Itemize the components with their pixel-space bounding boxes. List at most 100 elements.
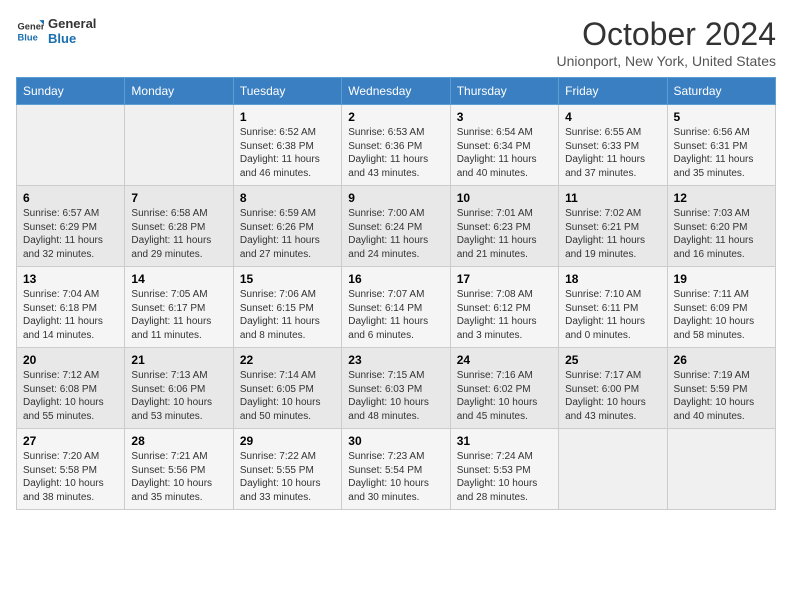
day-info: Sunrise: 7:04 AMSunset: 6:18 PMDaylight:…: [23, 288, 118, 342]
day-number: 20: [23, 353, 118, 367]
calendar-cell: 26Sunrise: 7:19 AMSunset: 5:59 PMDayligh…: [667, 348, 775, 429]
calendar-cell: 31 Sunrise: 7:24 AMSunset: 5:53 PMDayligh…: [450, 429, 558, 510]
day-number: 31: [457, 434, 552, 448]
logo: General Blue General Blue: [16, 16, 96, 46]
day-info: Sunrise: 7:21 AMSunset: 5:56 PMDaylight:…: [131, 450, 226, 504]
week-row-2: 6Sunrise: 6:57 AMSunset: 6:29 PMDaylight…: [17, 186, 776, 267]
day-info: Sunrise: 7:08 AMSunset: 6:12 PMDaylight:…: [457, 288, 552, 342]
day-info: Sunrise: 7:11 AMSunset: 6:09 PMDaylight:…: [674, 288, 769, 342]
day-number: 14: [131, 272, 226, 286]
day-number: 24: [457, 353, 552, 367]
day-number: 3: [457, 110, 552, 124]
calendar-cell: 24 Sunrise: 7:16 AMSunset: 6:02 PMDayligh…: [450, 348, 558, 429]
day-info: Sunrise: 7:23 AMSunset: 5:54 PMDaylight:…: [348, 450, 443, 504]
day-info: Sunrise: 7:06 AMSunset: 6:15 PMDaylight:…: [240, 288, 335, 342]
day-info: Sunrise: 6:58 AMSunset: 6:28 PMDaylight:…: [131, 207, 226, 261]
day-number: 5: [674, 110, 769, 124]
title-area: October 2024 Unionport, New York, United…: [557, 16, 776, 69]
day-info: Sunrise: 7:00 AMSunset: 6:24 PMDaylight:…: [348, 207, 443, 261]
calendar-cell: 13Sunrise: 7:04 AMSunset: 6:18 PMDayligh…: [17, 267, 125, 348]
day-info: Sunrise: 7:14 AMSunset: 6:05 PMDaylight:…: [240, 369, 335, 423]
day-info: Sunrise: 7:22 AMSunset: 5:55 PMDaylight:…: [240, 450, 335, 504]
day-info: Sunrise: 6:56 AMSunset: 6:31 PMDaylight:…: [674, 126, 769, 180]
logo-blue: Blue: [48, 31, 96, 46]
day-info: Sunrise: 7:19 AMSunset: 5:59 PMDaylight:…: [674, 369, 769, 423]
day-number: 16: [348, 272, 443, 286]
day-number: 7: [131, 191, 226, 205]
weekday-header-row: SundayMondayTuesdayWednesdayThursdayFrid…: [17, 78, 776, 105]
day-info: Sunrise: 7:12 AMSunset: 6:08 PMDaylight:…: [23, 369, 118, 423]
day-info: Sunrise: 7:16 AMSunset: 6:02 PMDaylight:…: [457, 369, 552, 423]
location: Unionport, New York, United States: [557, 53, 776, 69]
calendar-cell: 5 Sunrise: 6:56 AMSunset: 6:31 PMDaylight…: [667, 105, 775, 186]
day-info: Sunrise: 7:07 AMSunset: 6:14 PMDaylight:…: [348, 288, 443, 342]
calendar-cell: 14 Sunrise: 7:05 AMSunset: 6:17 PMDayligh…: [125, 267, 233, 348]
calendar-cell: 1 Sunrise: 6:52 AMSunset: 6:38 PMDaylight…: [233, 105, 341, 186]
day-number: 30: [348, 434, 443, 448]
day-info: Sunrise: 6:52 AMSunset: 6:38 PMDaylight:…: [240, 126, 335, 180]
day-number: 25: [565, 353, 660, 367]
weekday-header-friday: Friday: [559, 78, 667, 105]
day-number: 9: [348, 191, 443, 205]
calendar-cell: 11Sunrise: 7:02 AMSunset: 6:21 PMDayligh…: [559, 186, 667, 267]
calendar-cell: 18Sunrise: 7:10 AMSunset: 6:11 PMDayligh…: [559, 267, 667, 348]
header: General Blue General Blue October 2024 U…: [16, 16, 776, 69]
day-info: Sunrise: 6:54 AMSunset: 6:34 PMDaylight:…: [457, 126, 552, 180]
day-number: 6: [23, 191, 118, 205]
calendar-cell: 19 Sunrise: 7:11 AMSunset: 6:09 PMDayligh…: [667, 267, 775, 348]
day-info: Sunrise: 7:15 AMSunset: 6:03 PMDaylight:…: [348, 369, 443, 423]
calendar-cell: 20 Sunrise: 7:12 AMSunset: 6:08 PMDayligh…: [17, 348, 125, 429]
day-number: 23: [348, 353, 443, 367]
calendar-cell: 30 Sunrise: 7:23 AMSunset: 5:54 PMDayligh…: [342, 429, 450, 510]
day-info: Sunrise: 7:05 AMSunset: 6:17 PMDaylight:…: [131, 288, 226, 342]
month-title: October 2024: [557, 16, 776, 53]
week-row-1: 1 Sunrise: 6:52 AMSunset: 6:38 PMDaylight…: [17, 105, 776, 186]
day-number: 17: [457, 272, 552, 286]
day-info: Sunrise: 7:10 AMSunset: 6:11 PMDaylight:…: [565, 288, 660, 342]
day-info: Sunrise: 6:53 AMSunset: 6:36 PMDaylight:…: [348, 126, 443, 180]
svg-text:General: General: [18, 21, 44, 31]
calendar-cell: 22 Sunrise: 7:14 AMSunset: 6:05 PMDayligh…: [233, 348, 341, 429]
calendar-cell: 16 Sunrise: 7:07 AMSunset: 6:14 PMDayligh…: [342, 267, 450, 348]
day-number: 29: [240, 434, 335, 448]
calendar-cell: 4Sunrise: 6:55 AMSunset: 6:33 PMDaylight…: [559, 105, 667, 186]
day-info: Sunrise: 7:02 AMSunset: 6:21 PMDaylight:…: [565, 207, 660, 261]
calendar-cell: 28 Sunrise: 7:21 AMSunset: 5:56 PMDayligh…: [125, 429, 233, 510]
calendar-cell: 21 Sunrise: 7:13 AMSunset: 6:06 PMDayligh…: [125, 348, 233, 429]
day-number: 21: [131, 353, 226, 367]
day-number: 1: [240, 110, 335, 124]
day-number: 22: [240, 353, 335, 367]
calendar-cell: 15Sunrise: 7:06 AMSunset: 6:15 PMDayligh…: [233, 267, 341, 348]
weekday-header-saturday: Saturday: [667, 78, 775, 105]
weekday-header-wednesday: Wednesday: [342, 78, 450, 105]
week-row-3: 13Sunrise: 7:04 AMSunset: 6:18 PMDayligh…: [17, 267, 776, 348]
weekday-header-sunday: Sunday: [17, 78, 125, 105]
weekday-header-tuesday: Tuesday: [233, 78, 341, 105]
calendar-cell: 25 Sunrise: 7:17 AMSunset: 6:00 PMDayligh…: [559, 348, 667, 429]
calendar-cell: 29 Sunrise: 7:22 AMSunset: 5:55 PMDayligh…: [233, 429, 341, 510]
calendar-cell: 17 Sunrise: 7:08 AMSunset: 6:12 PMDayligh…: [450, 267, 558, 348]
weekday-header-thursday: Thursday: [450, 78, 558, 105]
logo-icon: General Blue: [16, 17, 44, 45]
calendar-cell: 10Sunrise: 7:01 AMSunset: 6:23 PMDayligh…: [450, 186, 558, 267]
day-number: 28: [131, 434, 226, 448]
calendar-cell: 27Sunrise: 7:20 AMSunset: 5:58 PMDayligh…: [17, 429, 125, 510]
day-info: Sunrise: 7:20 AMSunset: 5:58 PMDaylight:…: [23, 450, 118, 504]
calendar-cell: 8Sunrise: 6:59 AMSunset: 6:26 PMDaylight…: [233, 186, 341, 267]
calendar-cell: 6Sunrise: 6:57 AMSunset: 6:29 PMDaylight…: [17, 186, 125, 267]
calendar-cell: [559, 429, 667, 510]
day-number: 2: [348, 110, 443, 124]
weekday-header-monday: Monday: [125, 78, 233, 105]
calendar-cell: 3 Sunrise: 6:54 AMSunset: 6:34 PMDaylight…: [450, 105, 558, 186]
calendar-cell: [17, 105, 125, 186]
day-number: 8: [240, 191, 335, 205]
calendar-cell: 9 Sunrise: 7:00 AMSunset: 6:24 PMDaylight…: [342, 186, 450, 267]
calendar-cell: 2 Sunrise: 6:53 AMSunset: 6:36 PMDaylight…: [342, 105, 450, 186]
logo-general: General: [48, 16, 96, 31]
calendar-cell: 12Sunrise: 7:03 AMSunset: 6:20 PMDayligh…: [667, 186, 775, 267]
day-info: Sunrise: 7:24 AMSunset: 5:53 PMDaylight:…: [457, 450, 552, 504]
week-row-5: 27Sunrise: 7:20 AMSunset: 5:58 PMDayligh…: [17, 429, 776, 510]
day-info: Sunrise: 7:17 AMSunset: 6:00 PMDaylight:…: [565, 369, 660, 423]
day-number: 19: [674, 272, 769, 286]
day-info: Sunrise: 7:13 AMSunset: 6:06 PMDaylight:…: [131, 369, 226, 423]
